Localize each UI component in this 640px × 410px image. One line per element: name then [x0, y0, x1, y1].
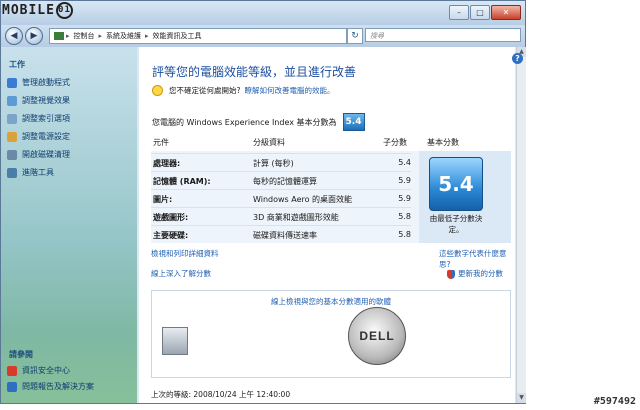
- watermark-logo: MOBILE 01: [2, 2, 73, 19]
- address-bar[interactable]: ▸ 控制台 ▸ 系統及維護 ▸ 效能資訊及工具: [49, 28, 347, 44]
- minimize-button[interactable]: –: [449, 5, 469, 20]
- row-component: 主要硬碟:: [153, 231, 189, 240]
- software-offers-panel: 線上檢視與您的基本分數適用的軟體 DELL: [151, 290, 511, 378]
- sidebar-item-label: 管理啟動程式: [22, 78, 70, 87]
- base-score-badge: 5.4: [342, 113, 365, 131]
- software-offers-link[interactable]: 線上檢視與您的基本分數適用的軟體: [152, 296, 510, 307]
- breadcrumb-control-panel[interactable]: 控制台: [74, 31, 95, 41]
- header-rated: 分級資料: [253, 138, 285, 147]
- sidebar-item-label: 調整視覺效果: [22, 96, 70, 105]
- maximize-button[interactable]: □: [470, 5, 490, 20]
- chevron-right-icon: ▸: [98, 32, 103, 40]
- forward-button[interactable]: ▶: [25, 27, 43, 45]
- shield-icon: [7, 365, 17, 376]
- sidebar-item-label: 問題報告及解決方案: [22, 382, 94, 391]
- sidebar-item-startup[interactable]: 管理啟動程式: [7, 77, 70, 88]
- sidebar-item-indexing[interactable]: 調整索引選項: [7, 113, 70, 124]
- row-component: 遊戲圖形:: [153, 213, 189, 222]
- table-row: 處理器: 計算 (每秒) 5.4: [151, 153, 411, 172]
- row-component: 圖片:: [153, 195, 173, 204]
- shield-icon: [447, 269, 455, 279]
- lightbulb-icon: [152, 85, 163, 96]
- table-row: 記憶體 (RAM): 每秒的記憶體運算 5.9: [151, 171, 411, 190]
- breadcrumb-performance[interactable]: 效能資訊及工具: [153, 31, 202, 41]
- chevron-right-icon: ▸: [66, 32, 70, 40]
- title-bar[interactable]: – □ ✕: [1, 1, 525, 25]
- scroll-down-icon[interactable]: ▼: [517, 393, 526, 403]
- row-subscore: 5.4: [398, 158, 411, 167]
- sidebar-item-label: 調整索引選項: [22, 114, 70, 123]
- what-numbers-mean-link[interactable]: 這些數字代表什麼意思?: [439, 248, 515, 270]
- watermark-id: #597492: [593, 396, 636, 407]
- row-subscore: 5.8: [398, 212, 411, 221]
- row-rated: Windows Aero 的桌面效能: [253, 195, 353, 204]
- sidebar-item-label: 進階工具: [22, 168, 54, 177]
- back-button[interactable]: ◀: [5, 27, 23, 45]
- row-rated: 每秒的記憶體運算: [253, 177, 317, 186]
- table-row: 主要硬碟: 磁碟資料傳送速率 5.8: [151, 225, 411, 244]
- software-box-icon: [162, 327, 188, 355]
- visual-effects-icon: [7, 95, 17, 106]
- header-basescore: 基本分數: [427, 138, 459, 147]
- disk-cleanup-icon: [7, 149, 17, 160]
- table-row: 遊戲圖形: 3D 商業和遊戲圖形效能 5.8: [151, 207, 411, 226]
- sidebar-item-security-center[interactable]: 資訊安全中心: [7, 365, 70, 376]
- main-content: 評等您的電腦效能等級，並且進行改善 您不確定從何處開始? 瞭解如何改善電腦的效能…: [139, 47, 515, 403]
- explorer-window: – □ ✕ ◀ ▶ ▸ 控制台 ▸ 系統及維護 ▸ 效能資訊及工具 ↻ 搜尋 工…: [0, 0, 526, 404]
- help-icon[interactable]: ?: [512, 53, 523, 64]
- power-icon: [7, 131, 17, 142]
- last-rated-text: 上次的等級: 2008/10/24 上午 12:40:00: [151, 390, 291, 399]
- view-print-details-link[interactable]: 檢視和列印詳細資料: [151, 248, 219, 259]
- sidebar-item-advanced-tools[interactable]: 進階工具: [7, 167, 54, 178]
- folder-icon: [54, 32, 64, 40]
- base-score-panel: 5.4 由最低子分數決定。: [419, 151, 511, 243]
- row-rated: 磁碟資料傳送速率: [253, 231, 317, 240]
- sidebar-item-problem-reports[interactable]: 問題報告及解決方案: [7, 381, 94, 392]
- tip-line: 您不確定從何處開始? 瞭解如何改善電腦的效能。: [152, 85, 334, 96]
- vertical-scrollbar[interactable]: ▲ ▼: [516, 47, 526, 403]
- sidebar-item-power[interactable]: 調整電源設定: [7, 131, 70, 142]
- problem-reports-icon: [7, 381, 17, 392]
- base-score-caption: 由最低子分數決定。: [429, 214, 483, 234]
- update-score-link[interactable]: 更新我的分數: [447, 268, 503, 279]
- row-subscore: 5.9: [398, 194, 411, 203]
- sidebar-tasks-title: 工作: [9, 60, 25, 69]
- sidebar-item-label: 資訊安全中心: [22, 366, 70, 375]
- tools-icon: [7, 167, 17, 178]
- table-row: 圖片: Windows Aero 的桌面效能 5.9: [151, 189, 411, 208]
- improve-performance-link[interactable]: 瞭解如何改善電腦的效能。: [244, 85, 334, 96]
- sidebar-item-label: 調整電源設定: [22, 132, 70, 141]
- page-title: 評等您的電腦效能等級，並且進行改善: [152, 65, 357, 79]
- sidebar-see-also-title: 請參閱: [9, 350, 33, 359]
- row-rated: 3D 商業和遊戲圖形效能: [253, 213, 339, 222]
- header-subscore: 子分數: [383, 138, 407, 147]
- tip-text: 您不確定從何處開始?: [169, 86, 241, 95]
- row-component: 處理器:: [153, 159, 181, 168]
- chevron-right-icon: ▸: [145, 32, 149, 40]
- sidebar-item-label: 開啟磁碟清理: [22, 150, 70, 159]
- search-input[interactable]: 搜尋: [365, 28, 521, 42]
- table-header: 元件 分級資料 子分數 基本分數: [151, 135, 511, 151]
- row-component: 記憶體 (RAM):: [153, 177, 211, 186]
- refresh-button[interactable]: ↻: [347, 28, 363, 44]
- dell-logo[interactable]: DELL: [348, 307, 406, 365]
- sidebar-item-disk-cleanup[interactable]: 開啟磁碟清理: [7, 149, 70, 160]
- sidebar: 工作 管理啟動程式 調整視覺效果 調整索引選項 調整電源設定 開啟磁碟清理 進階…: [1, 47, 137, 403]
- row-rated: 計算 (每秒): [253, 159, 294, 168]
- base-score-line: 您電腦的 Windows Experience Index 基本分數為 5.4: [152, 113, 365, 131]
- indexing-icon: [7, 113, 17, 124]
- base-score-big-badge: 5.4: [429, 157, 483, 211]
- header-component: 元件: [153, 138, 169, 147]
- learn-more-online-link[interactable]: 線上深入了解分數: [151, 268, 211, 279]
- navigation-bar: ◀ ▶ ▸ 控制台 ▸ 系統及維護 ▸ 效能資訊及工具 ↻ 搜尋: [1, 25, 525, 47]
- sidebar-item-visual-effects[interactable]: 調整視覺效果: [7, 95, 70, 106]
- startup-icon: [7, 77, 17, 88]
- row-subscore: 5.9: [398, 176, 411, 185]
- base-score-text: 您電腦的 Windows Experience Index 基本分數為: [152, 117, 337, 127]
- breadcrumb-system-maintenance[interactable]: 系統及維護: [106, 31, 141, 41]
- row-subscore: 5.8: [398, 230, 411, 239]
- update-score-label: 更新我的分數: [458, 269, 503, 278]
- close-button[interactable]: ✕: [491, 5, 521, 20]
